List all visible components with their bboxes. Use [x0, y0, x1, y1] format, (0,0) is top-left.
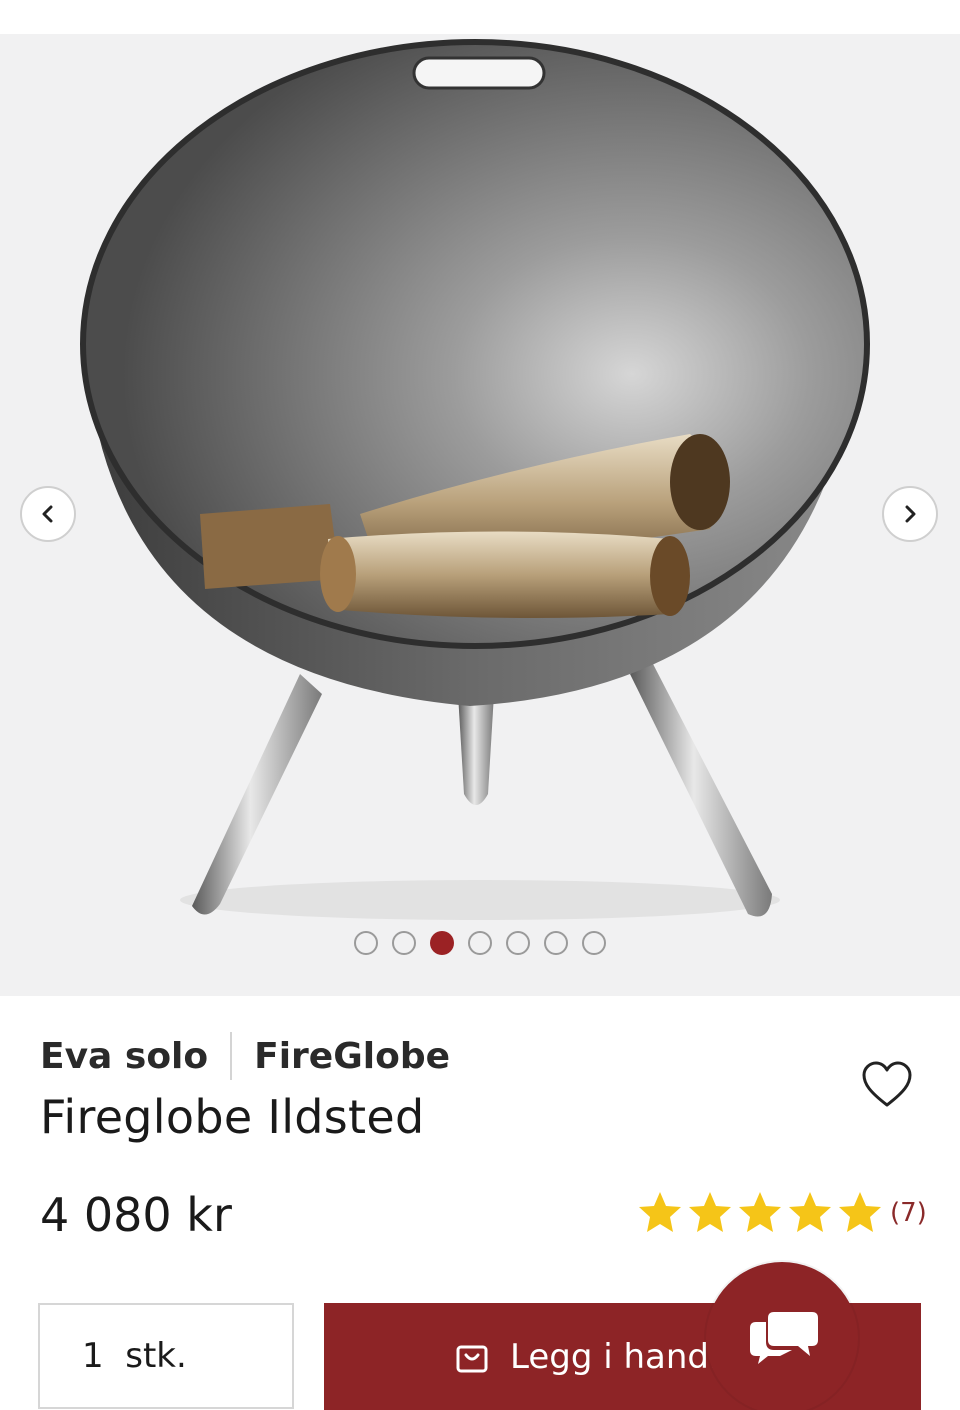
star-icon: [789, 1192, 831, 1232]
chat-bubbles-icon: [750, 1312, 818, 1364]
gallery-dot-1[interactable]: [354, 931, 378, 955]
quantity-selector[interactable]: 1 stk.: [38, 1303, 294, 1409]
favorite-heart-icon[interactable]: [860, 1060, 914, 1110]
chevron-left-icon: [42, 505, 53, 523]
gallery-next-button[interactable]: [882, 486, 938, 542]
brand-line: Eva solo FireGlobe: [40, 1030, 920, 1082]
chevron-right-icon: [905, 505, 916, 523]
rating-stars[interactable]: (7): [636, 1190, 927, 1236]
shopping-bag-icon: [456, 1345, 488, 1372]
product-price: 4 080 kr: [40, 1188, 232, 1242]
top-strip: [0, 0, 960, 34]
product-info: Eva solo FireGlobe Fireglobe Ildsted: [40, 1030, 920, 1144]
chat-button[interactable]: [706, 1262, 858, 1410]
gallery-dot-3[interactable]: [430, 931, 454, 955]
star-icon: [739, 1192, 781, 1232]
star-icon: [689, 1192, 731, 1232]
gallery-dot-5[interactable]: [506, 931, 530, 955]
product-title: Fireglobe Ildsted: [40, 1090, 425, 1144]
review-count[interactable]: (7): [890, 1198, 927, 1228]
gallery-prev-button[interactable]: [20, 486, 76, 542]
gallery-dot-6[interactable]: [544, 931, 568, 955]
brand-link[interactable]: Eva solo: [40, 1036, 208, 1077]
quantity-label: 1 stk.: [82, 1336, 187, 1376]
gallery-pagination: [0, 931, 960, 955]
series-link[interactable]: FireGlobe: [254, 1036, 450, 1077]
star-icon: [639, 1192, 681, 1232]
product-page: Eva solo FireGlobe Fireglobe Ildsted 4 0…: [0, 0, 960, 1410]
gallery-dot-7[interactable]: [582, 931, 606, 955]
product-gallery[interactable]: [0, 34, 960, 996]
product-image: [80, 39, 870, 920]
star-icon: [839, 1192, 881, 1232]
brand-divider: [230, 1032, 233, 1080]
gallery-dot-4[interactable]: [468, 931, 492, 955]
gallery-dot-2[interactable]: [392, 931, 416, 955]
